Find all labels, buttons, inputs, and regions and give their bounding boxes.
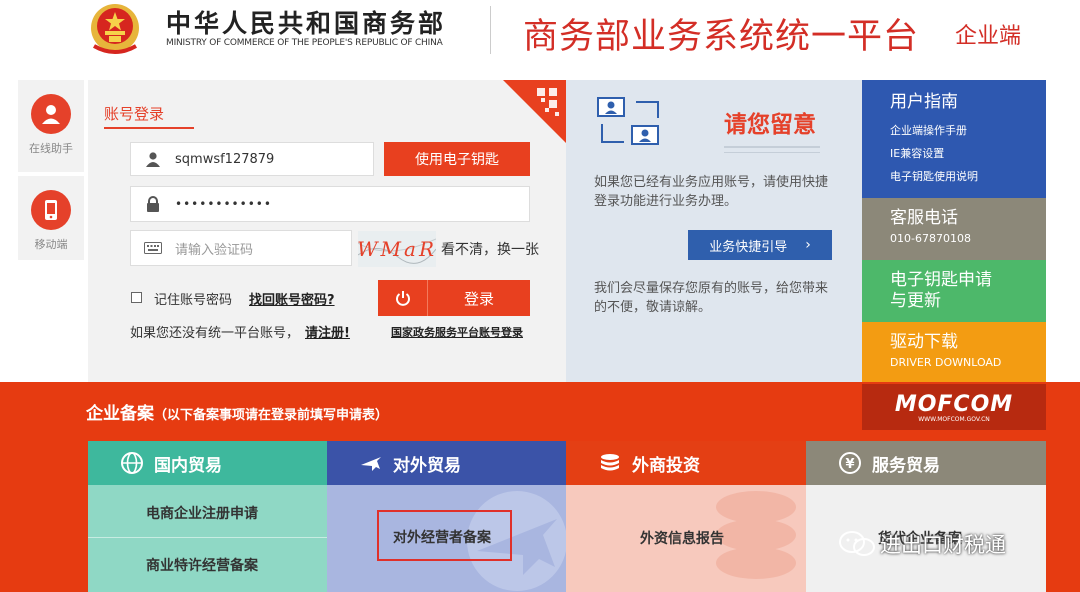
captcha-placeholder: 请输入验证码 [175,242,254,258]
account-login-tab[interactable]: 账号登录 [104,103,164,124]
platform-subtitle: 企业端 [955,24,1022,49]
user-guide-title: 用户指南 [890,92,958,112]
domestic-trade-panel: 电商企业注册申请 商业特许经营备案 [88,485,327,592]
mobile-tab[interactable]: 移动端 [18,176,84,260]
captcha-field[interactable]: 请输入验证码 [130,230,352,266]
login-button[interactable]: 登录 [378,280,530,316]
tab-foreign-investment[interactable]: 外商投资 [566,441,806,485]
service-trade-label: 服务贸易 [872,455,940,476]
foreign-trade-panel: 对外经营者备案 [327,485,566,592]
foreign-operator-filing-link[interactable]: 对外经营者备案 [393,527,491,547]
gov-service-login-link[interactable]: 国家政务服务平台账号登录 [391,324,523,340]
chevron-right-icon: › [805,237,811,253]
password-field[interactable]: •••••••••••• [130,186,530,222]
ekey-apply-title: 电子钥匙申请 [890,270,992,290]
login-tab-underline [104,127,194,129]
mofcom-logo[interactable]: MOFCOM WWW.MOFCOM.GOV.CN [862,384,1046,430]
wechat-watermark: 进出口财税通 [838,529,1006,563]
service-phone-number: 010-67870108 [890,232,971,245]
register-link[interactable]: 请注册! [305,322,350,341]
band-title-main: 企业备案 [86,404,154,424]
notice-title: 请您留意 [724,112,816,138]
tab-service-trade[interactable]: ¥ 服务贸易 [806,441,1046,485]
band-title: 企业备案（以下备案事项请在登录前填写申请表） [86,399,388,424]
online-assistant-label: 在线助手 [29,142,73,155]
ekey-guide-link[interactable]: 电子钥匙使用说明 [890,165,1046,188]
national-emblem-icon [91,4,139,54]
service-phone-title: 客服电话 [890,208,958,228]
tab-foreign-trade[interactable]: 对外贸易 [327,441,566,485]
ministry-name-cn: 中华人民共和国商务部 [166,9,447,38]
notice-text-1: 如果您已经有业务应用账号，请使用快捷登录功能进行业务办理。 [594,175,829,209]
ekey-apply-title-2: 与更新 [890,291,941,311]
watermark-text: 进出口财税通 [880,533,1006,557]
wechat-icon [838,530,876,563]
username-field[interactable]: sqmwsf127879 [130,142,374,176]
login-button-label: 登录 [463,289,494,308]
notice-divider [724,146,820,148]
business-guide-button[interactable]: 业务快捷引导 › [688,230,832,260]
captcha-text: WMaR [358,237,436,261]
power-icon [378,280,428,316]
mobile-label: 移动端 [34,238,68,251]
svg-text:¥: ¥ [845,457,854,472]
foreign-investment-panel: 外资信息报告 [566,485,806,592]
band-title-sub: （以下备案事项请在登录前填写申请表） [154,408,389,423]
forgot-password-link[interactable]: 找回账号密码? [249,289,335,308]
register-prompt: 如果您还没有统一平台账号， [130,326,300,341]
qr-code-icon[interactable] [503,80,566,143]
ecommerce-registration-link[interactable]: 电商企业注册申请 [146,503,258,523]
driver-download-sub: DRIVER DOWNLOAD [890,356,1002,369]
remember-checkbox[interactable] [131,292,142,303]
monitors-icon [597,97,659,145]
username-value: sqmwsf127879 [175,151,275,167]
notice-divider-thin [724,152,820,153]
mofcom-logo-text: MOFCOM [894,391,1014,417]
notice-text-2: 我们会尽量保存您原有的账号，给您带来的不便，敬请谅解。 [594,281,829,315]
platform-title: 商务部业务系统统一平台 [523,17,920,57]
tab-domestic-trade[interactable]: 国内贸易 [88,441,327,485]
lock-icon [131,187,175,221]
user-icon [31,94,71,134]
service-phone-tile: 客服电话 010-67870108 [862,198,1046,260]
mofcom-logo-url: WWW.MOFCOM.GOV.CN [918,415,990,423]
use-ekey-button[interactable]: 使用电子钥匙 [384,142,530,176]
captcha-refresh-link[interactable]: 看不清，换一张 [441,239,539,259]
ekey-apply-tile[interactable]: 电子钥匙申请 与更新 [862,260,1046,322]
driver-download-title: 驱动下载 [890,332,958,352]
ie-compat-link[interactable]: IE兼容设置 [890,142,1046,165]
airplane-icon [361,457,381,471]
ministry-name-en: MINISTRY OF COMMERCE OF THE PEOPLE'S REP… [166,38,443,48]
foreign-trade-label: 对外贸易 [393,455,461,476]
header-divider [490,6,491,54]
page: 中华人民共和国商务部 MINISTRY OF COMMERCE OF THE P… [0,0,1080,592]
domestic-trade-label: 国内贸易 [154,455,222,476]
password-value: •••••••••••• [175,197,272,211]
money-icon: ¥ [839,452,861,474]
online-assistant-tab[interactable]: 在线助手 [18,80,84,172]
mobile-icon [31,190,71,230]
remember-label: 记住账号密码 [154,293,233,308]
franchise-filing-link[interactable]: 商业特许经营备案 [146,555,258,575]
driver-download-tile[interactable]: 驱动下载 DRIVER DOWNLOAD [862,322,1046,382]
foreign-investment-report-link[interactable]: 外资信息报告 [640,528,724,548]
keyboard-icon [131,231,175,265]
coins-icon [601,454,619,471]
business-guide-label: 业务快捷引导 [709,239,788,255]
globe-icon [121,452,143,474]
user-guide-tile: 用户指南 企业端操作手册 IE兼容设置 电子钥匙使用说明 [862,80,1046,198]
manual-link[interactable]: 企业端操作手册 [890,119,1046,142]
panel-divider [88,537,327,538]
foreign-investment-label: 外商投资 [632,455,700,476]
user-icon [131,143,175,175]
captcha-image[interactable]: WMaR [358,231,436,267]
